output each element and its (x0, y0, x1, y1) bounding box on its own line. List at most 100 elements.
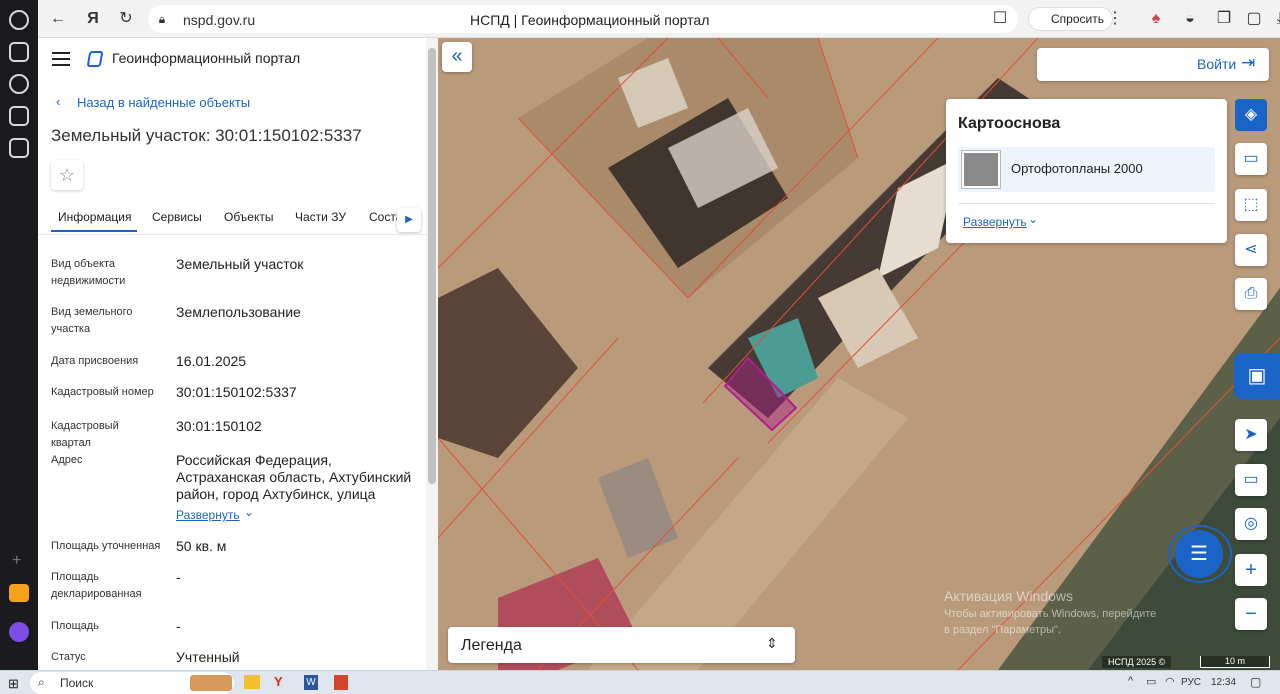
attr-value: 50 кв. м (176, 538, 227, 554)
basemap-divider (958, 203, 1215, 204)
attr-label: Статус (51, 651, 86, 663)
select-area-icon[interactable]: ⬚ (1235, 189, 1267, 221)
attr-value: Земельный участок (176, 256, 304, 272)
login-label: Войти (1197, 56, 1237, 72)
object-panel: Геоинформационный портал ‹ Назад в найде… (38, 38, 438, 670)
tab-services[interactable]: Сервисы (152, 210, 202, 224)
navigate-icon[interactable]: ➤ (1235, 419, 1267, 451)
favorite-star-icon[interactable]: ☆ (51, 160, 83, 190)
basemap-card: Картооснова Ортофотопланы 2000 Развернут… (946, 99, 1227, 243)
legend-label: Легенда (461, 637, 522, 654)
battery-icon[interactable]: ▭ (1146, 675, 1156, 688)
history-icon[interactable] (9, 10, 29, 30)
tab-title: НСПД | Геоинформационный портал (470, 12, 710, 28)
map-view[interactable]: « Войти ⇥ Картооснова Ортофотопланы 2000… (438, 38, 1280, 670)
attr-value: Учтенный (176, 649, 240, 665)
orthophoto-thumbnail (961, 150, 1001, 189)
tabs-divider (38, 234, 426, 235)
scale-bar: 10 m (1200, 656, 1270, 668)
login-button[interactable]: Войти ⇥ (1037, 48, 1269, 81)
login-icon: ⇥ (1241, 53, 1256, 72)
tab-objects[interactable]: Объекты (224, 210, 274, 224)
attr-value: 30:01:150102 (176, 418, 262, 434)
attr-label: Вид объекта недвижимости (51, 258, 126, 287)
object-title: Земельный участок: 30:01:150102:5337 (51, 126, 362, 145)
attr-value: 16.01.2025 (176, 353, 247, 369)
menu-dots-icon[interactable]: ⋮ (1105, 9, 1125, 29)
chevron-down-icon[interactable]: ⌄ (1028, 212, 1038, 226)
yandex-icon[interactable]: Я (83, 9, 103, 29)
portal-title: Геоинформационный портал (112, 50, 301, 66)
basemap-expand-link[interactable]: Развернуть (963, 215, 1027, 229)
ask-button[interactable]: Спросить (1028, 7, 1113, 31)
collapse-panel-icon[interactable]: « (442, 42, 472, 72)
collections-toolbar-icon[interactable]: ▢ (1244, 9, 1264, 29)
attr-label: Площадь уточненная (51, 540, 161, 552)
activation-text: Чтобы активировать Windows, перейдите в … (944, 608, 1157, 636)
back-link[interactable]: Назад в найденные объекты (77, 95, 250, 110)
attr-value: Землепользование (176, 304, 301, 320)
extension-icon[interactable]: ♠ (1146, 9, 1166, 29)
screenshot-icon[interactable] (9, 138, 29, 158)
ruler-icon[interactable]: ▭ (1235, 143, 1267, 175)
minimap-icon[interactable]: ▭ (1235, 464, 1267, 496)
zoom-out-icon[interactable]: − (1235, 598, 1267, 630)
url-text[interactable]: nspd.gov.ru (183, 12, 255, 28)
tab-info[interactable]: Информация (58, 210, 131, 224)
tabs-icon[interactable]: ❐ (1214, 9, 1234, 29)
zoom-in-icon[interactable]: + (1235, 554, 1267, 586)
attr-label: Площадь (51, 620, 99, 632)
layers-icon[interactable]: ◈ (1235, 99, 1267, 131)
portal-app-icon[interactable]: ▣ (1234, 353, 1280, 399)
back-icon[interactable]: ← (48, 9, 68, 29)
chat-icon[interactable]: ☰ (1175, 530, 1223, 578)
attr-label: Площадь декларированная (51, 571, 142, 600)
search-label: Поиск (60, 676, 94, 690)
wifi-icon[interactable]: ◠ (1165, 675, 1175, 688)
calendar-icon[interactable] (9, 106, 29, 126)
attr-value: - (176, 569, 181, 585)
alice-icon[interactable] (9, 622, 29, 642)
tabs-next-icon[interactable]: ▶ (397, 208, 421, 232)
taskbar-search[interactable]: ⌕ Поиск (30, 672, 234, 694)
print-icon[interactable]: ⎙ (1235, 278, 1267, 310)
attr-label: Вид земельного участка (51, 306, 133, 335)
app-icon[interactable] (334, 675, 348, 690)
collections-icon[interactable] (9, 42, 29, 62)
attr-value: - (176, 618, 181, 634)
bookmark-icon[interactable]: ☐ (990, 9, 1010, 29)
windows-start-icon[interactable]: ⊞ (8, 676, 19, 692)
yandex-browser-icon[interactable]: Y (274, 674, 283, 689)
chevron-down-icon[interactable]: ⌄ (244, 505, 254, 519)
reload-icon[interactable]: ↻ (116, 9, 136, 29)
map-copyright: НСПД 2025 © (1102, 656, 1172, 668)
search-icon: ⌕ (38, 675, 45, 689)
location-icon[interactable]: ◎ (1235, 508, 1267, 540)
address-expand-link[interactable]: Развернуть (176, 508, 240, 522)
share-icon[interactable]: ⋖ (1235, 234, 1267, 266)
download-icon[interactable]: ⤓ (1270, 9, 1280, 29)
windows-taskbar: ⊞ ⌕ Поиск Y W ^ ▭ ◠ РУС 12:34 ▢ (0, 670, 1280, 694)
hamburger-menu-icon[interactable] (52, 52, 70, 66)
attr-label: Адрес (51, 454, 83, 466)
attr-value: 30:01:150102:5337 (176, 384, 297, 400)
language-indicator[interactable]: РУС (1181, 677, 1201, 688)
shield-icon[interactable]: ◒ (1180, 9, 1200, 29)
add-icon[interactable]: + (12, 552, 21, 570)
tray-chevron-icon[interactable]: ^ (1128, 675, 1133, 687)
search-highlight-image (190, 675, 232, 691)
media-icon[interactable] (9, 74, 29, 94)
chevron-left-icon[interactable]: ‹ (56, 94, 60, 109)
clock[interactable]: 12:34 (1211, 677, 1236, 688)
attr-label: Кадастровый квартал (51, 420, 119, 449)
panel-scrollbar-thumb[interactable] (428, 48, 436, 484)
tab-parts[interactable]: Части ЗУ (295, 210, 346, 224)
mail-icon[interactable] (9, 584, 29, 602)
attr-label: Дата присвоения (51, 355, 139, 367)
legend-button[interactable]: Легенда ⇕ (448, 627, 795, 663)
notifications-icon[interactable]: ▢ (1250, 675, 1261, 689)
basemap-option[interactable]: Ортофотопланы 2000 (958, 147, 1215, 192)
word-icon[interactable]: W (304, 675, 318, 690)
address-value: Российская Федерация, Астраханская облас… (176, 452, 412, 502)
file-explorer-icon[interactable] (244, 675, 260, 689)
